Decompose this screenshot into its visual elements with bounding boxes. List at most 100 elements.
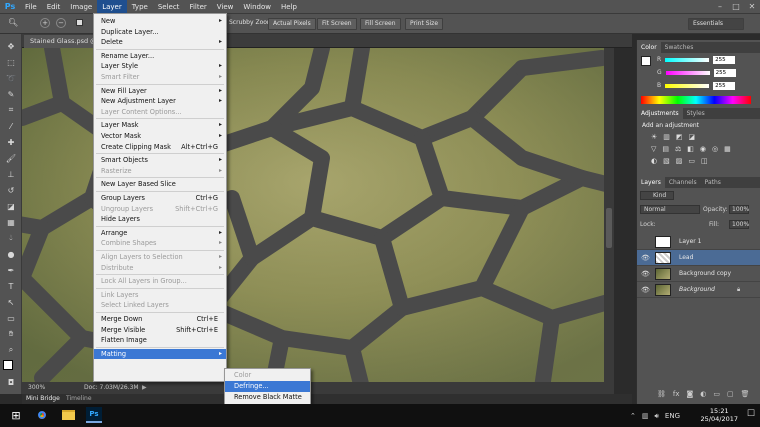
menu-item-create-clipping-mask[interactable]: Create Clipping Mask Alt+Ctrl+G: [94, 142, 226, 153]
menu-file[interactable]: File: [20, 0, 42, 14]
visibility-eye-icon[interactable]: 👁︎: [641, 282, 650, 298]
layer-row-background[interactable]: 👁︎ Background 🔒︎: [637, 282, 760, 298]
layer-filter-kind[interactable]: Kind: [640, 191, 674, 200]
print-size-button[interactable]: Print Size: [405, 18, 444, 30]
resize-windows-checkbox[interactable]: [76, 19, 83, 26]
tab-swatches[interactable]: Swatches: [661, 44, 698, 51]
fill-value[interactable]: 100%: [729, 220, 749, 229]
notification-icon[interactable]: ☐: [747, 409, 755, 419]
minimize-icon[interactable]: –: [712, 0, 728, 14]
eraser-tool-icon[interactable]: ◪: [3, 200, 19, 212]
fx-icon[interactable]: fx: [673, 390, 680, 398]
submenu-item-defringe[interactable]: Defringe...: [225, 381, 310, 392]
menu-item-merge-down[interactable]: Merge Down Ctrl+E: [94, 314, 226, 325]
g-value[interactable]: 255: [713, 68, 736, 77]
hand-tool-icon[interactable]: ✋︎: [3, 328, 19, 340]
dodge-tool-icon[interactable]: ●: [3, 248, 19, 260]
layer-row-background-copy[interactable]: 👁︎ Background copy: [637, 266, 760, 282]
shape-tool-icon[interactable]: ▭: [3, 312, 19, 324]
menu-filter[interactable]: Filter: [184, 0, 211, 14]
zoom-tool-sidebar-icon[interactable]: ⌕: [3, 344, 19, 356]
menu-item-new-adjustment-layer[interactable]: New Adjustment Layer ▸: [94, 96, 226, 107]
curves-icon[interactable]: ◩: [676, 133, 683, 141]
opacity-value[interactable]: 100%: [729, 205, 749, 214]
menu-item-layer-style[interactable]: Layer Style ▸: [94, 61, 226, 72]
channel-mixer-icon[interactable]: ◎: [712, 145, 718, 153]
foreground-color-swatch[interactable]: [3, 360, 13, 370]
levels-icon[interactable]: ▥: [663, 133, 670, 141]
new-layer-icon[interactable]: ▢: [727, 390, 734, 398]
threshold-icon[interactable]: ▨: [676, 157, 683, 165]
volume-icon[interactable]: 🔊︎: [655, 412, 659, 421]
menu-window[interactable]: Window: [238, 0, 276, 14]
menu-item-new-layer-based-slice[interactable]: New Layer Based Slice: [94, 179, 226, 190]
fit-screen-button[interactable]: Fit Screen: [317, 18, 357, 30]
b-value[interactable]: 255: [713, 81, 736, 90]
tab-color[interactable]: Color: [637, 42, 661, 53]
b-slider[interactable]: [665, 83, 710, 88]
selective-color-icon[interactable]: ◫: [701, 157, 708, 165]
color-spectrum[interactable]: [641, 96, 751, 104]
workspace-dropdown[interactable]: Essentials: [688, 18, 744, 30]
visibility-eye-icon[interactable]: 👁︎: [641, 250, 650, 266]
menu-item-delete[interactable]: Delete ▸: [94, 37, 226, 48]
menu-layer[interactable]: Layer: [97, 0, 127, 14]
trash-icon[interactable]: 🗑︎: [741, 390, 750, 398]
menu-item-hide-layers[interactable]: Hide Layers: [94, 214, 226, 225]
chrome-icon[interactable]: [34, 407, 50, 423]
color-foreground-swatch[interactable]: [641, 56, 651, 66]
fill-screen-button[interactable]: Fill Screen: [360, 18, 401, 30]
menu-item-duplicate-layer[interactable]: Duplicate Layer...: [94, 27, 226, 38]
pen-tool-icon[interactable]: ✒: [3, 264, 19, 276]
zoom-level[interactable]: 300%: [28, 382, 45, 394]
tab-styles[interactable]: Styles: [683, 110, 709, 117]
g-slider[interactable]: [665, 70, 710, 75]
eyedropper-tool-icon[interactable]: ⁄: [3, 120, 19, 132]
scrollbar-thumb[interactable]: [606, 208, 612, 248]
network-icon[interactable]: ▥: [642, 412, 649, 421]
blend-mode-dropdown[interactable]: Normal: [640, 205, 700, 214]
menu-image[interactable]: Image: [65, 0, 97, 14]
menu-item-rename-layer[interactable]: Rename Layer...: [94, 51, 226, 62]
zoom-out-icon[interactable]: −: [56, 18, 66, 28]
menu-item-matting[interactable]: Matting ▸: [94, 348, 226, 360]
menu-item-group-layers[interactable]: Group Layers Ctrl+G: [94, 193, 226, 204]
maximize-icon[interactable]: □: [728, 0, 744, 14]
blur-tool-icon[interactable]: 💧︎: [3, 232, 19, 244]
black-white-icon[interactable]: ◧: [687, 145, 694, 153]
menu-item-layer-mask[interactable]: Layer Mask ▸: [94, 120, 226, 131]
menu-type[interactable]: Type: [127, 0, 153, 14]
quick-mask-icon[interactable]: ◘: [3, 376, 19, 388]
zoom-tool-icon[interactable]: 🔍︎: [8, 18, 18, 27]
status-arrow-icon[interactable]: ▶: [142, 382, 147, 394]
tab-adjustments[interactable]: Adjustments: [637, 108, 683, 119]
tab-layers[interactable]: Layers: [637, 177, 665, 188]
gradient-tool-icon[interactable]: ▦: [3, 216, 19, 228]
hue-saturation-icon[interactable]: ▤: [662, 145, 669, 153]
move-tool-icon[interactable]: ✥: [3, 40, 19, 52]
invert-icon[interactable]: ◐: [651, 157, 657, 165]
menu-view[interactable]: View: [212, 0, 239, 14]
menu-item-vector-mask[interactable]: Vector Mask ▸: [94, 131, 226, 142]
language-indicator[interactable]: ENG: [665, 412, 680, 421]
photo-filter-icon[interactable]: ◉: [700, 145, 706, 153]
tab-mini-bridge[interactable]: Mini Bridge: [26, 394, 60, 404]
tray-up-arrow-icon[interactable]: ⌃: [630, 412, 636, 421]
posterize-icon[interactable]: ▧: [663, 157, 670, 165]
gradient-map-icon[interactable]: ▭: [688, 157, 695, 165]
lasso-tool-icon[interactable]: ➰: [3, 72, 19, 84]
tab-timeline[interactable]: Timeline: [66, 394, 92, 404]
menu-item-new[interactable]: New ▸: [94, 16, 226, 27]
path-select-tool-icon[interactable]: ↖: [3, 296, 19, 308]
healing-tool-icon[interactable]: ✚: [3, 136, 19, 148]
close-icon[interactable]: ✕: [744, 0, 760, 14]
adjustment-layer-icon[interactable]: ◐: [700, 390, 706, 398]
color-lookup-icon[interactable]: ▦: [724, 145, 731, 153]
actual-pixels-button[interactable]: Actual Pixels: [268, 18, 316, 30]
layer-row-lead[interactable]: 👁︎ Lead: [637, 250, 760, 266]
stamp-tool-icon[interactable]: ⊥: [3, 168, 19, 180]
tab-channels[interactable]: Channels: [665, 179, 701, 186]
brush-tool-icon[interactable]: 🖌︎: [3, 152, 19, 164]
mask-icon[interactable]: ◙: [687, 390, 694, 398]
type-tool-icon[interactable]: T: [3, 280, 19, 292]
